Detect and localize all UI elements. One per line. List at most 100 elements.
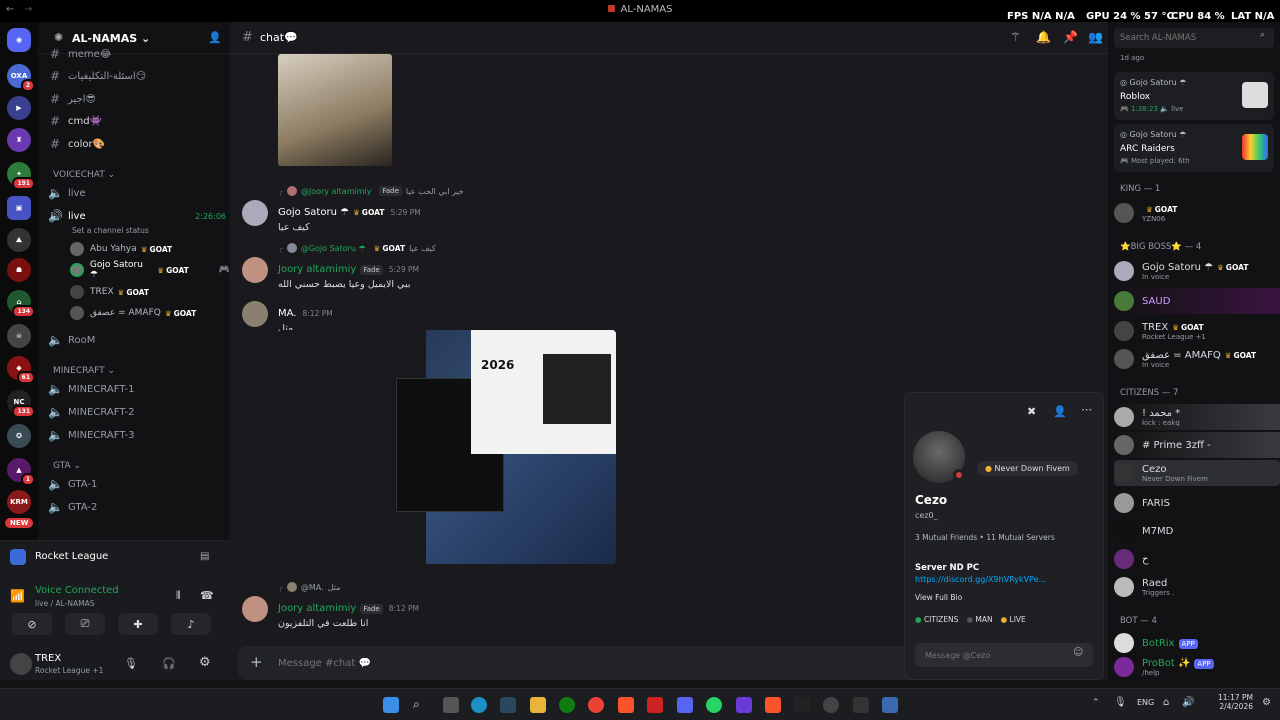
author[interactable]: Joory altamimiy: [278, 264, 356, 275]
voice-channel-minecraft-1[interactable]: 🔈 MINECRAFT-1: [48, 379, 226, 399]
voice-channel-gta-2[interactable]: 🔈 GTA-2: [48, 497, 226, 517]
app-icon[interactable]: [647, 697, 663, 713]
reply-preview[interactable]: ╭ @Joory altamimiy Fade خير ابي الحب عيا: [278, 186, 464, 196]
member-item[interactable]: Raed Triggers .: [1114, 574, 1280, 600]
member-item[interactable]: عصفق = AMAFQ ♛ GOAT In voice: [1114, 346, 1280, 372]
member-item[interactable]: # Prime 3zff -: [1114, 432, 1280, 458]
server-icon[interactable]: ◆ 61: [7, 356, 35, 384]
avatar[interactable]: [242, 257, 268, 283]
discord-home-icon[interactable]: ◉: [7, 28, 31, 52]
member-item[interactable]: ♛ GOAT YZN06: [1114, 200, 1280, 226]
emoji-icon[interactable]: ☺: [1073, 647, 1083, 658]
voice-channel-minecraft-3[interactable]: 🔈 MINECRAFT-3: [48, 425, 226, 445]
microphone-icon[interactable]: 🎙: [1114, 697, 1127, 708]
member-item[interactable]: ProBot ✨ APP/help: [1114, 654, 1280, 680]
terminal-icon[interactable]: [794, 697, 810, 713]
category-voicechat[interactable]: VOICECHAT ⌄: [53, 170, 115, 180]
avatar[interactable]: [10, 653, 32, 675]
edge-icon[interactable]: [471, 697, 487, 713]
whatsapp-icon[interactable]: [706, 697, 722, 713]
discord-taskbar-icon[interactable]: [677, 697, 693, 713]
member-item[interactable]: M7MD: [1114, 518, 1280, 544]
brave-icon[interactable]: [765, 697, 781, 713]
voice-channel-live-2[interactable]: 🔊 live 2:26:06: [48, 206, 226, 226]
avatar[interactable]: [242, 301, 268, 327]
pin-icon[interactable]: 📌: [1063, 30, 1078, 44]
app-icon[interactable]: [736, 697, 752, 713]
disconnect-icon[interactable]: ☎: [200, 589, 214, 602]
server-icon[interactable]: ✦ 191: [7, 162, 35, 190]
server-icon[interactable]: ☠: [7, 324, 31, 348]
xbox-icon[interactable]: [559, 697, 575, 713]
invite-icon[interactable]: 👤: [208, 31, 222, 44]
reply-preview[interactable]: ╭ @Gojo Satoru ☂ ♛ GOAT كيف عيا: [278, 243, 436, 253]
mutuals[interactable]: 3 Mutual Friends • 11 Mutual Servers: [915, 533, 1055, 542]
author[interactable]: Gojo Satoru ☂: [278, 207, 349, 218]
server-icon[interactable]: ⌂ 134: [7, 290, 35, 318]
server-icon[interactable]: KRM: [7, 490, 31, 514]
category-minecraft[interactable]: MINECRAFT ⌄: [53, 366, 115, 376]
member-item[interactable]: BotRix APP: [1114, 630, 1280, 656]
search-input[interactable]: [1120, 31, 1250, 45]
task-view-icon[interactable]: [443, 697, 459, 713]
channel-cmd[interactable]: # cmd 👾: [48, 111, 226, 131]
app-icon[interactable]: [853, 697, 869, 713]
image-attachment[interactable]: 2026: [278, 330, 616, 564]
reply-preview[interactable]: ╭ @MA. مثل: [278, 582, 340, 592]
voice-channel-live-1[interactable]: 🔈 live: [48, 183, 226, 203]
chevron-up-icon[interactable]: ⌃: [1092, 698, 1100, 708]
member-item[interactable]: Gojo Satoru ☂ ♛ GOAT In voice: [1114, 258, 1280, 284]
image-attachment[interactable]: [278, 54, 392, 166]
app-icon[interactable]: [882, 697, 898, 713]
channel-status[interactable]: Set a channel status: [72, 226, 149, 235]
voice-user[interactable]: Gojo Satoru ☂ ♛ GOAT 🎮: [70, 260, 230, 280]
search-icon[interactable]: ⌕: [413, 697, 429, 713]
activities-button[interactable]: ✚: [118, 613, 158, 635]
voice-channel-gta-1[interactable]: 🔈 GTA-1: [48, 474, 226, 494]
headphones-icon[interactable]: 🎧: [162, 657, 176, 670]
server-icon[interactable]: ✪: [7, 424, 31, 448]
language-indicator[interactable]: ENG: [1137, 698, 1154, 707]
avatar[interactable]: [242, 596, 268, 622]
voice-user[interactable]: TREX ♛ GOAT: [70, 283, 149, 301]
bio-link[interactable]: https://discord.gg/X9hVRykVPe...: [915, 575, 1046, 584]
microphone-icon[interactable]: 🎙: [124, 657, 138, 670]
folder-icon[interactable]: ▣: [7, 196, 31, 220]
member-item[interactable]: TREX ♛ GOAT Rocket League +1: [1114, 318, 1280, 344]
server-icon[interactable]: ☗: [7, 258, 31, 282]
block-icon[interactable]: ✖: [1027, 405, 1036, 418]
notification-icon[interactable]: ⚙: [1262, 697, 1271, 708]
view-full-bio[interactable]: View Full Bio: [915, 593, 962, 602]
camera-off-button[interactable]: ⊘: [12, 613, 52, 635]
member-item[interactable]: FARIS: [1114, 490, 1280, 516]
channel-color[interactable]: # color 🎨: [48, 134, 226, 154]
add-attachment-icon[interactable]: +: [250, 653, 263, 671]
noise-suppression-icon[interactable]: ⫴: [176, 589, 181, 603]
volume-icon[interactable]: 🔊: [1182, 697, 1194, 708]
server-icon[interactable]: OXA 2: [7, 64, 35, 92]
server-icon[interactable]: ▲ 1: [7, 458, 35, 486]
steam-icon[interactable]: [500, 697, 516, 713]
forward-icon[interactable]: →: [24, 4, 32, 15]
settings-gear-icon[interactable]: ⚙: [199, 655, 211, 670]
more-icon[interactable]: ⋯: [1081, 403, 1092, 416]
add-friend-icon[interactable]: 👤: [1053, 405, 1067, 418]
author[interactable]: Joory altamimiy: [278, 603, 356, 614]
brave-icon[interactable]: [618, 697, 634, 713]
member-item[interactable]: SAUD: [1114, 288, 1280, 314]
member-item[interactable]: ! محمد * kick : eakq: [1114, 404, 1280, 430]
clock[interactable]: 11:17 PM 2/4/2026: [1218, 693, 1253, 711]
author[interactable]: MA.: [278, 308, 296, 319]
member-item-selected[interactable]: Cezo Never Down Fivem: [1114, 460, 1280, 486]
start-icon[interactable]: [383, 697, 399, 713]
network-icon[interactable]: ⌂: [1163, 697, 1169, 708]
voice-channel-room[interactable]: 🔈 RooM: [48, 330, 226, 350]
server-icon[interactable]: NC 131: [7, 390, 35, 418]
threads-icon[interactable]: ⚚: [1010, 30, 1021, 44]
channel-ajeer[interactable]: # اجير 😎: [48, 89, 226, 109]
activity-icon[interactable]: ▤: [200, 551, 209, 562]
voice-user[interactable]: Abu Yahya ♛ GOAT: [70, 240, 172, 258]
voice-channel-minecraft-2[interactable]: 🔈 MINECRAFT-2: [48, 402, 226, 422]
member-list-icon[interactable]: 👥: [1088, 30, 1103, 44]
voice-user[interactable]: عصفق = AMAFQ ♛ GOAT: [70, 304, 196, 322]
